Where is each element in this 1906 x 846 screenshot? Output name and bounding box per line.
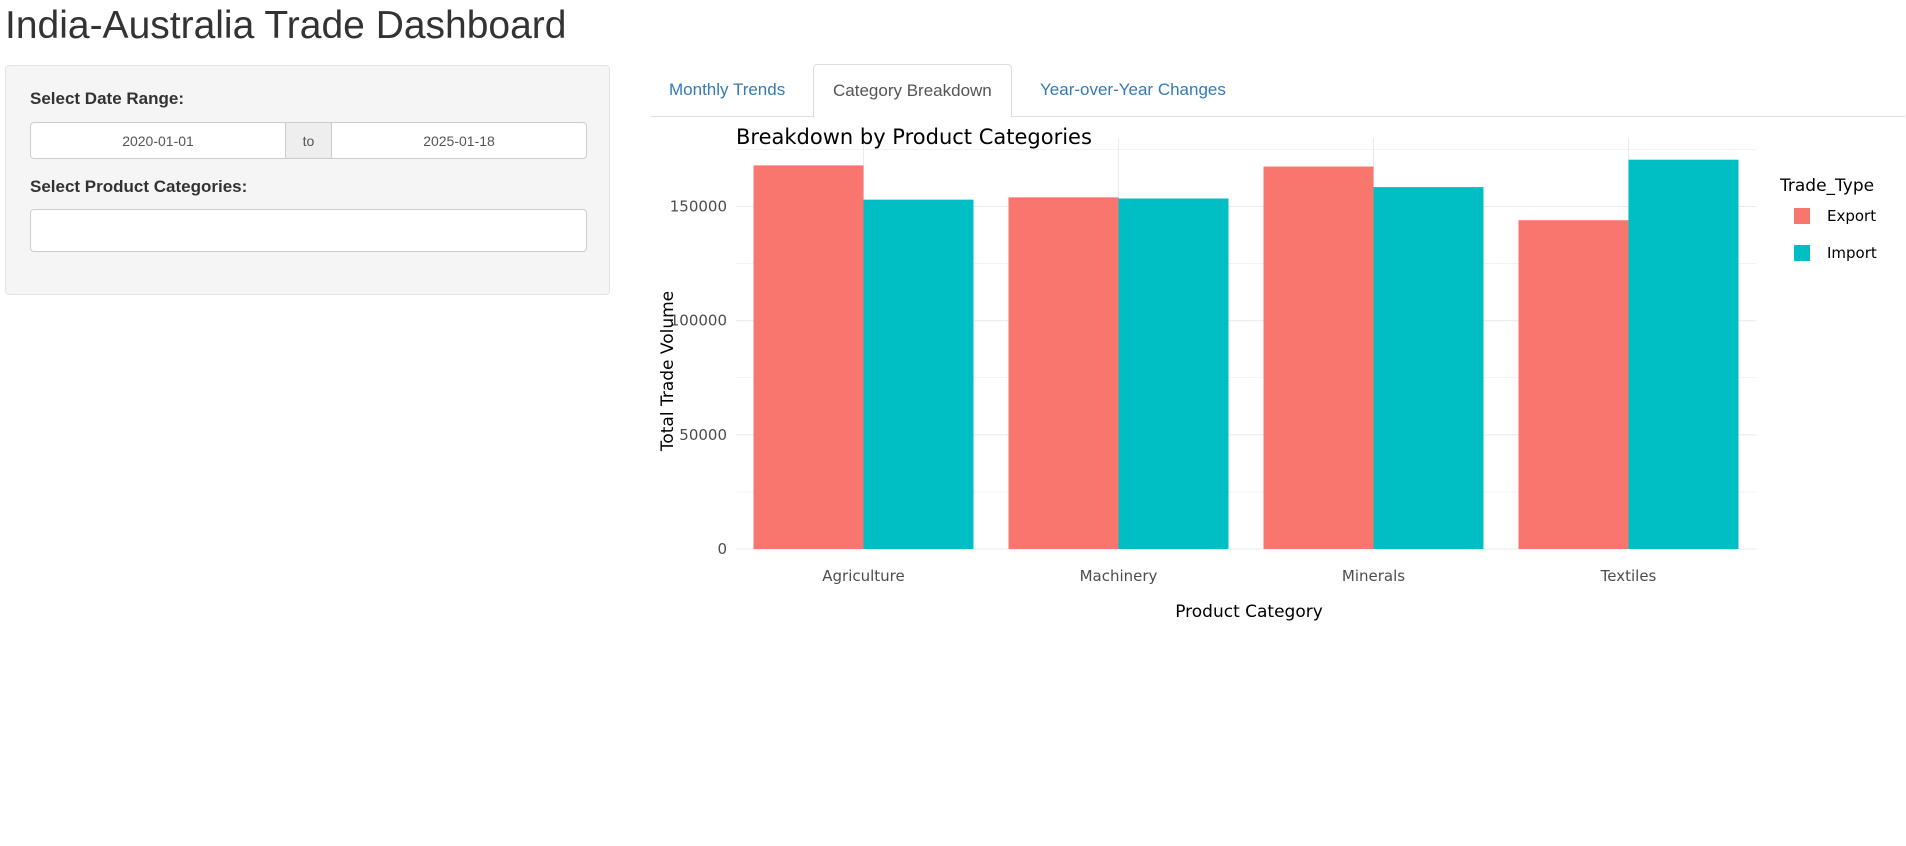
legend-key-import: [1794, 245, 1810, 261]
tab-year-over-year-changes[interactable]: Year-over-Year Changes: [1040, 64, 1226, 117]
chart-title: Breakdown by Product Categories: [736, 125, 1092, 149]
date-range-input: to: [30, 122, 587, 159]
bar-import-minerals[interactable]: [1373, 187, 1484, 549]
x-tick-label: Agriculture: [822, 567, 905, 585]
tab-monthly-trends[interactable]: Monthly Trends: [669, 64, 785, 117]
legend-title: Trade_Type: [1779, 176, 1874, 196]
bar-import-textiles[interactable]: [1628, 159, 1739, 550]
x-tick-label: Textiles: [1600, 567, 1657, 585]
bar-import-agriculture[interactable]: [863, 199, 974, 549]
legend-label-export: Export: [1827, 207, 1876, 225]
x-tick-label: Machinery: [1080, 567, 1158, 585]
y-tick-label: 150000: [670, 198, 727, 216]
category-breakdown-chart: 0 50000 100000 150000 Agriculture Machinery M…: [658, 125, 1877, 622]
bar-import-machinery[interactable]: [1118, 198, 1229, 549]
bar-export-agriculture[interactable]: [753, 165, 864, 549]
x-tick-label: Minerals: [1342, 567, 1405, 585]
date-range-separator: to: [286, 122, 331, 159]
category-select-label: Select Product Categories:: [30, 177, 248, 196]
date-range-label: Select Date Range:: [30, 89, 184, 108]
legend-key-export: [1794, 208, 1810, 224]
page-title: India-Australia Trade Dashboard: [5, 4, 567, 47]
y-tick-label: 0: [717, 540, 727, 558]
chart-legend: Trade_Type Export Import: [1779, 176, 1877, 262]
x-axis-label: Product Category: [1175, 602, 1323, 622]
legend-label-import: Import: [1827, 244, 1877, 262]
y-tick-label: 50000: [679, 426, 727, 444]
bar-export-textiles[interactable]: [1518, 220, 1629, 549]
end-date-input[interactable]: [331, 122, 587, 159]
sidebar-panel: Select Date Range: to Select Product Cat…: [5, 65, 610, 295]
product-category-select[interactable]: [30, 209, 587, 252]
bar-export-machinery[interactable]: [1008, 197, 1119, 549]
y-axis-label: Total Trade Volume: [658, 291, 678, 452]
start-date-input[interactable]: [30, 122, 286, 159]
bar-export-minerals[interactable]: [1263, 166, 1374, 549]
y-tick-label: 100000: [670, 312, 727, 330]
tab-category-breakdown[interactable]: Category Breakdown: [813, 64, 1012, 118]
tab-bar: Monthly Trends Category Breakdown Year-o…: [651, 64, 1905, 118]
